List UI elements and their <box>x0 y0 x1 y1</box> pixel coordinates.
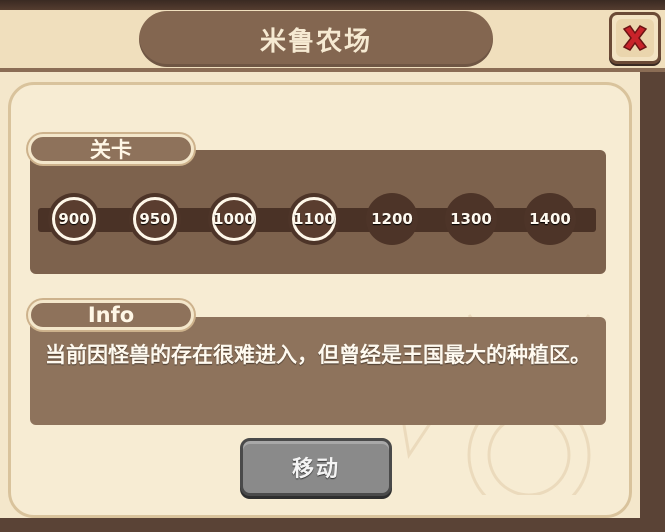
info-description: 当前因怪兽的存在很难进入，但曾经是王国最大的种植区。 <box>45 343 591 367</box>
move-button[interactable]: 移动 <box>240 438 392 496</box>
level-node-label: 1300 <box>450 210 492 228</box>
level-node-label: 1400 <box>529 210 571 228</box>
level-node[interactable]: 1100 <box>288 193 340 245</box>
close-button-face <box>616 19 654 57</box>
info-section-label: Info <box>28 300 194 330</box>
level-node-label: 1000 <box>212 197 256 241</box>
panel-edge-right <box>640 72 665 532</box>
level-node-label: 1200 <box>371 210 413 228</box>
page-title: 米鲁农场 <box>139 11 493 67</box>
close-button[interactable] <box>609 12 661 64</box>
level-node[interactable]: 1300 <box>445 193 497 245</box>
info-panel <box>30 317 606 425</box>
level-node-label: 900 <box>52 197 96 241</box>
close-icon <box>622 25 648 51</box>
level-node[interactable]: 950 <box>129 193 181 245</box>
level-node[interactable]: 1200 <box>366 193 418 245</box>
levels-section-label: 关卡 <box>28 134 194 164</box>
level-node[interactable]: 1000 <box>208 193 260 245</box>
panel-edge-bottom <box>0 518 665 532</box>
level-node-label: 950 <box>133 197 177 241</box>
level-node[interactable]: 900 <box>48 193 100 245</box>
level-node[interactable]: 1400 <box>524 193 576 245</box>
level-node-label: 1100 <box>292 197 336 241</box>
